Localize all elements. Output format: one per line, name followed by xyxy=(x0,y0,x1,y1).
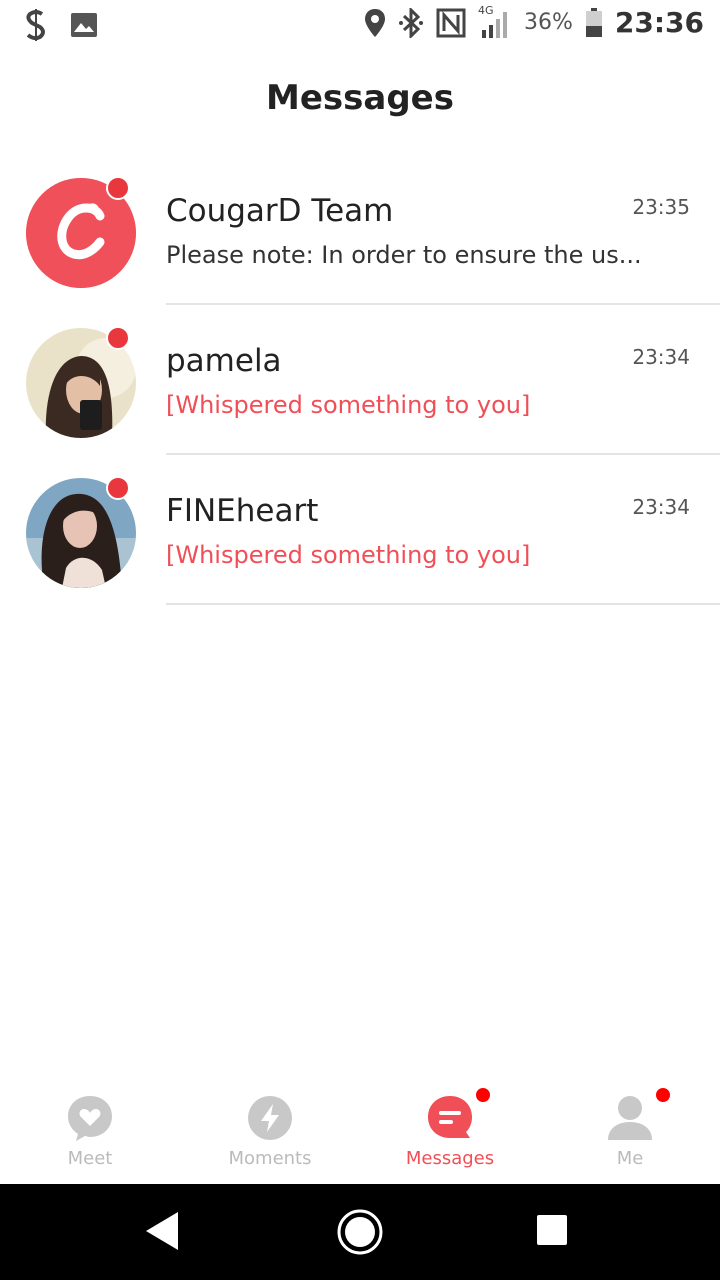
conversation-row[interactable]: pamela 23:34 [Whispered something to you… xyxy=(0,305,720,455)
contact-name: pamela xyxy=(166,343,282,379)
message-time: 23:34 xyxy=(632,495,690,519)
nfc-icon xyxy=(436,8,466,37)
notification-badge xyxy=(654,1086,672,1104)
system-nav-bar xyxy=(0,1184,720,1280)
avatar[interactable] xyxy=(26,326,136,438)
divider xyxy=(166,603,720,605)
message-preview: [Whispered something to you] xyxy=(166,541,531,569)
message-list: CougarD Team 23:35 Please note: In order… xyxy=(0,155,720,605)
tab-meet[interactable]: Meet xyxy=(0,1080,180,1184)
tab-label: Messages xyxy=(405,1148,495,1169)
heart-bubble-icon xyxy=(68,1096,112,1141)
s-app-icon xyxy=(26,9,45,41)
tab-me[interactable]: Me xyxy=(540,1080,720,1184)
page-title: Messages xyxy=(266,78,454,118)
location-icon xyxy=(364,8,385,37)
back-icon[interactable] xyxy=(142,1210,182,1252)
image-icon xyxy=(71,13,97,37)
message-time: 23:34 xyxy=(632,345,690,369)
tab-label: Me xyxy=(616,1148,644,1169)
contact-name: CougarD Team xyxy=(166,193,394,229)
tab-label: Moments xyxy=(228,1148,312,1169)
contact-name: FINEheart xyxy=(166,493,319,529)
tab-moments[interactable]: Moments xyxy=(180,1080,360,1184)
conversation-row[interactable]: CougarD Team 23:35 Please note: In order… xyxy=(0,155,720,305)
avatar[interactable] xyxy=(26,476,136,588)
unread-badge xyxy=(106,326,130,350)
avatar[interactable] xyxy=(26,176,136,288)
person-icon xyxy=(608,1096,652,1140)
tab-messages[interactable]: Messages xyxy=(360,1080,540,1184)
battery-percent: 36% xyxy=(523,10,573,35)
battery-icon xyxy=(585,7,602,37)
clock: 23:36 xyxy=(614,6,704,39)
notification-badge xyxy=(474,1086,492,1104)
unread-badge xyxy=(106,476,130,500)
bottom-nav: Meet Moments Messages Me xyxy=(0,1080,720,1184)
unread-badge xyxy=(106,176,130,200)
recents-icon[interactable] xyxy=(536,1214,568,1246)
home-icon[interactable] xyxy=(336,1208,384,1256)
bluetooth-icon xyxy=(398,7,423,38)
message-preview: Please note: In order to ensure the us..… xyxy=(166,241,642,269)
status-bar: 4G 36% 23:36 xyxy=(0,0,720,50)
lightning-icon xyxy=(248,1096,292,1140)
chat-icon xyxy=(428,1096,472,1138)
signal-icon: 4G xyxy=(478,4,512,38)
tab-label: Meet xyxy=(67,1148,113,1169)
conversation-row[interactable]: FINEheart 23:34 [Whispered something to … xyxy=(0,455,720,605)
message-time: 23:35 xyxy=(632,195,690,219)
message-preview: [Whispered something to you] xyxy=(166,391,531,419)
